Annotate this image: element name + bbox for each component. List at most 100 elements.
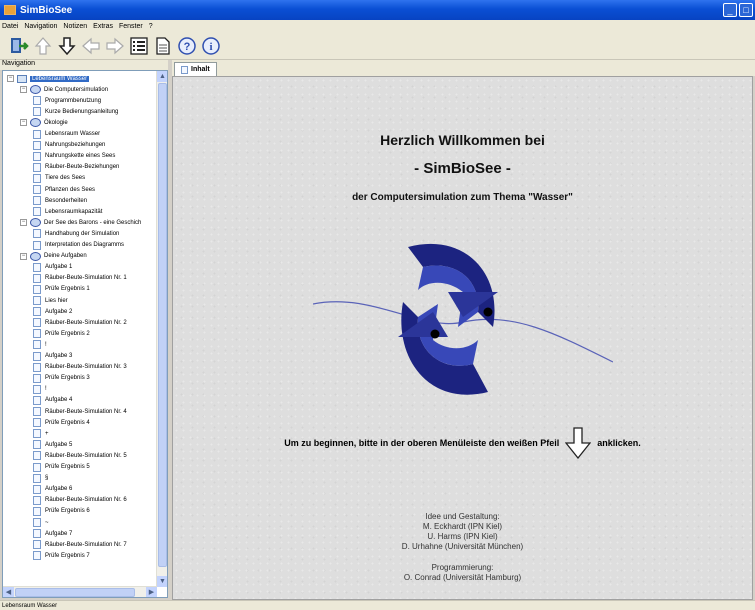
tree-item[interactable]: Aufgabe 6 [33,484,72,495]
tree-item[interactable]: Prüfe Ergebnis 6 [33,506,90,517]
menu-fenster[interactable]: Fenster [119,23,143,30]
down-button[interactable] [56,35,78,57]
scroll-left-icon[interactable]: ◀ [3,587,14,597]
scroll-up-icon[interactable]: ▲ [157,71,167,82]
page-icon [33,540,41,550]
tree-item[interactable]: Kurze Bedienungsanleitung [33,106,118,117]
tree-item[interactable]: Handhabung der Simulation [33,228,119,239]
tree-item[interactable]: Besonderheiten [33,195,87,206]
tree-item-label: Aufgabe 2 [45,308,73,315]
tree-item[interactable]: Prüfe Ergebnis 4 [33,417,90,428]
tree-section[interactable]: − Ökologie [20,117,68,128]
tree-item-label: Prüfe Ergebnis 5 [45,464,90,470]
tree-item-label: Aufgabe 3 [45,353,73,359]
scroll-down-icon[interactable]: ▼ [157,576,167,587]
menu-navigation[interactable]: Navigation [24,23,57,30]
tree-item-label: Prüfe Ergebnis 4 [45,419,90,426]
app-icon [4,5,16,15]
collapse-icon[interactable]: − [20,119,27,127]
menu-datei[interactable]: Datei [2,23,18,30]
scroll-thumb-horizontal[interactable] [15,588,135,597]
tree-item[interactable]: Prüfe Ergebnis 7 [33,550,90,561]
tree-item[interactable]: Tiere des Sees [33,173,85,184]
tree-item[interactable]: Aufgabe 3 [33,351,72,362]
tree-item[interactable]: Interpretation des Diagramms [33,240,124,251]
tree-item[interactable]: Räuber-Beute-Simulation Nr. 6 [33,495,127,506]
start-instruction: Um zu beginnen, bitte in der oberen Menü… [173,427,752,459]
tree-item-label: Nahrungskette eines Sees [45,153,116,160]
collapse-icon[interactable]: − [7,75,14,82]
tree-item[interactable]: Räuber-Beute-Simulation Nr. 7 [33,539,127,550]
menu-help[interactable]: ? [149,23,153,30]
help-button[interactable]: ? [176,35,198,57]
tree-item[interactable]: Prüfe Ergebnis 5 [33,462,90,473]
page-icon [156,36,170,55]
info-button[interactable]: i [200,35,222,57]
tree-item[interactable]: Nahrungsbeziehungen [33,140,105,151]
collapse-icon[interactable]: − [20,252,27,260]
tree-section[interactable]: − Die Computersimulation [20,84,108,95]
tree-horizontal-scrollbar[interactable]: ◀ ▶ [3,586,157,597]
tree-item[interactable]: ~ [33,517,49,528]
tree-item[interactable]: Räuber-Beute-Beziehungen [33,162,119,173]
tree-vertical-scrollbar[interactable]: ▲ ▼ [156,71,167,587]
menu-extras[interactable]: Extras [93,23,113,30]
tree-item[interactable]: Aufgabe 7 [33,528,72,539]
page-icon [33,473,41,483]
tree-item-label: ! [45,386,47,393]
content-pane: Herzlich Willkommen bei - SimBioSee - de… [172,76,753,600]
tree-item[interactable]: Räuber-Beute-Simulation Nr. 5 [33,450,127,461]
tree-item[interactable]: § [33,473,48,484]
tree-item[interactable]: Prüfe Ergebnis 3 [33,373,90,384]
tree-item-label: Aufgabe 5 [45,441,73,448]
menu-notizen[interactable]: Notizen [63,23,87,30]
page-icon [33,107,41,117]
tree-item[interactable]: Pflanzen des Sees [33,184,95,195]
tree-item[interactable]: Aufgabe 1 [33,262,72,273]
tree-item[interactable]: Räuber-Beute-Simulation Nr. 4 [33,406,127,417]
tree-item-label: ~ [45,519,49,526]
tree-item[interactable]: ! [33,339,47,350]
menu-bar: Datei Navigation Notizen Extras Fenster … [0,20,755,32]
tree-item[interactable]: Lebensraum Wasser [33,129,100,140]
tree-item-label: § [45,475,49,482]
exit-button[interactable] [8,35,30,57]
page-icon [33,185,41,194]
scroll-thumb[interactable] [158,83,167,567]
tree-item[interactable]: Räuber-Beute-Simulation Nr. 3 [33,362,127,373]
back-button[interactable] [80,35,102,57]
scroll-right-icon[interactable]: ▶ [146,587,157,597]
page-icon [33,340,41,350]
tree-item[interactable]: Prüfe Ergebnis 1 [33,284,90,295]
list-button[interactable] [128,35,150,57]
tree-item[interactable]: Aufgabe 5 [33,439,72,450]
tree-item[interactable]: ! [33,384,47,395]
collapse-icon[interactable]: − [20,86,27,94]
tree-item-label: Besonderheiten [45,197,88,204]
tree-section[interactable]: − Deine Aufgaben [20,251,87,262]
tab-inhalt[interactable]: Inhalt [174,62,217,76]
page-icon [33,207,41,217]
tree-item[interactable]: Aufgabe 2 [33,306,72,317]
page-button[interactable] [152,35,174,57]
page-icon [33,140,41,150]
tree-item[interactable]: Programmbenutzung [33,95,101,106]
tree-section[interactable]: − Der See des Barons - eine Geschich [20,217,141,228]
collapse-icon[interactable]: − [20,219,27,227]
tree-root[interactable]: − Lebensraum Wasser [7,73,90,84]
tree-item[interactable]: Räuber-Beute-Simulation Nr. 1 [33,273,127,284]
tree-item[interactable]: Nahrungskette eines Sees [33,151,115,162]
maximize-button[interactable]: □ [739,3,753,17]
tree-item[interactable]: Prüfe Ergebnis 2 [33,328,90,339]
forward-button[interactable] [104,35,126,57]
tree-item[interactable]: Lebensraumkapazität [33,206,102,217]
tree-item[interactable]: Aufgabe 4 [33,395,72,406]
tree-item[interactable]: Räuber-Beute-Simulation Nr. 2 [33,317,127,328]
minimize-button[interactable]: _ [723,3,737,17]
subtitle: der Computersimulation zum Thema "Wasser… [352,192,573,203]
tree-item[interactable]: + [33,428,49,439]
info-icon: i [202,36,220,55]
up-button[interactable] [32,35,54,57]
page-icon [33,96,41,106]
tree-item[interactable]: Lies hier [33,295,68,306]
